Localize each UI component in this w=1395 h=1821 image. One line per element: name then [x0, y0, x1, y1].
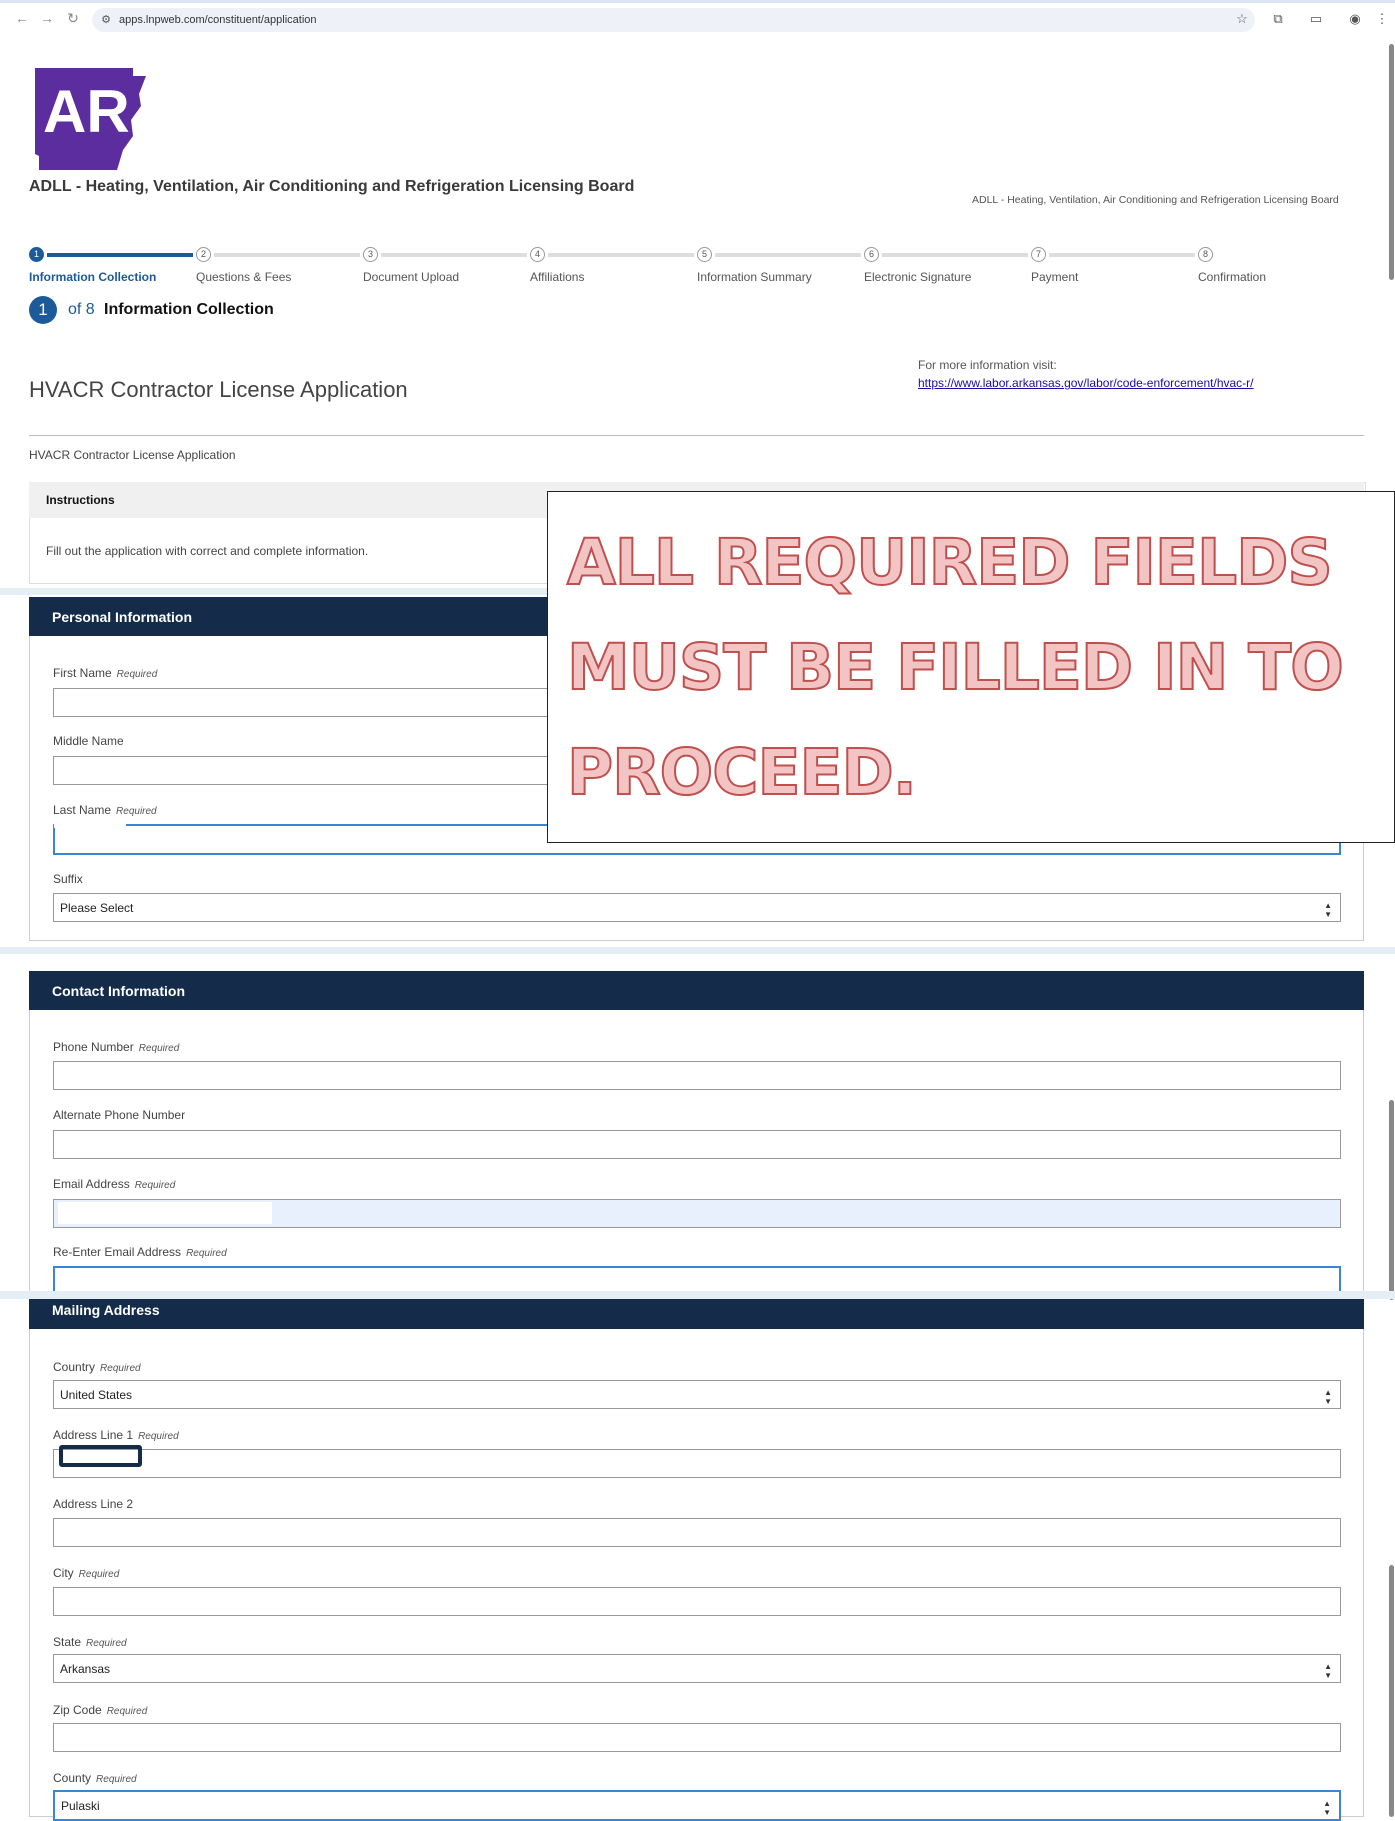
required-fields-message: ALL REQUIRED FIELDS MUST BE FILLED IN TO… — [566, 525, 1345, 810]
current-step-badge: 1 — [29, 296, 57, 324]
board-title: ADLL - Heating, Ventilation, Air Conditi… — [29, 178, 635, 195]
mailing-address-title: Mailing Address — [52, 1302, 160, 1318]
last-name-redaction — [54, 823, 126, 828]
scrollbar-thumb[interactable] — [1389, 44, 1394, 280]
address1-redaction — [59, 1445, 142, 1467]
step-2-dot[interactable]: 2 — [196, 247, 211, 262]
address2-input[interactable] — [53, 1518, 1341, 1547]
contact-info-title: Contact Information — [52, 983, 185, 999]
state-select[interactable]: Arkansas ▲ ▼ — [53, 1654, 1341, 1683]
stepper-progress — [47, 253, 193, 257]
suffix-select[interactable]: Please Select ▲ ▼ — [53, 893, 1341, 922]
county-select[interactable]: Pulaski ▲ ▼ — [53, 1790, 1341, 1821]
instructions-title: Instructions — [46, 493, 115, 507]
application-subtitle: HVACR Contractor License Application — [29, 448, 236, 462]
zip-input[interactable] — [53, 1723, 1341, 1752]
phone-label: Phone Number Required — [53, 1040, 180, 1054]
step-3-label[interactable]: Document Upload — [363, 270, 459, 284]
country-label: Country Required — [53, 1360, 141, 1374]
url-text: apps.lnpweb.com/constituent/application — [119, 14, 317, 26]
scrollbar-thumb[interactable] — [1389, 1565, 1394, 1817]
step-6-label[interactable]: Electronic Signature — [864, 270, 971, 284]
section-separator — [0, 947, 1395, 954]
more-info-link[interactable]: https://www.labor.arkansas.gov/labor/cod… — [918, 376, 1254, 390]
arkansas-logo: AR — [33, 66, 148, 170]
extensions-icon[interactable]: ⧉ — [1270, 11, 1286, 27]
personal-info-title: Personal Information — [52, 609, 193, 625]
step-2-label[interactable]: Questions & Fees — [196, 270, 291, 284]
city-label: City Required — [53, 1566, 120, 1580]
step-8-dot[interactable]: 8 — [1198, 247, 1213, 262]
stepper-line — [381, 253, 527, 257]
address2-label: Address Line 2 — [53, 1497, 134, 1511]
step-5-label[interactable]: Information Summary — [697, 270, 812, 284]
suffix-label: Suffix — [53, 872, 83, 886]
email-label: Email Address Required — [53, 1177, 176, 1191]
last-name-label: Last Name Required — [53, 803, 157, 817]
select-arrow-icon: ▲ ▼ — [1324, 1388, 1332, 1406]
city-input[interactable] — [53, 1587, 1341, 1616]
cast-icon[interactable]: ▭ — [1308, 11, 1324, 27]
site-info-icon[interactable]: ⚙ — [98, 12, 114, 28]
bookmark-star-icon[interactable]: ☆ — [1234, 11, 1250, 27]
section-separator — [0, 1291, 1395, 1299]
current-step-title: Information Collection — [104, 301, 274, 318]
first-name-label: First Name Required — [53, 666, 158, 680]
menu-icon[interactable]: ⋮ — [1374, 11, 1390, 27]
board-subtitle: ADLL - Heating, Ventilation, Air Conditi… — [972, 194, 1339, 206]
step-4-dot[interactable]: 4 — [530, 247, 545, 262]
step-1-label[interactable]: Information Collection — [29, 270, 156, 284]
alt-phone-input[interactable] — [53, 1130, 1341, 1159]
zip-label: Zip Code Required — [53, 1703, 148, 1717]
step-1-dot[interactable]: 1 — [29, 247, 44, 262]
step-count: of 8 — [68, 301, 95, 318]
more-info-label: For more information visit: — [918, 358, 1057, 372]
instructions-text: Fill out the application with correct an… — [46, 544, 369, 558]
step-5-dot[interactable]: 5 — [697, 247, 712, 262]
step-8-label[interactable]: Confirmation — [1198, 270, 1266, 284]
step-4-label[interactable]: Affiliations — [530, 270, 584, 284]
email-redaction — [58, 1202, 272, 1224]
county-label: County Required — [53, 1771, 137, 1785]
reemail-label: Re-Enter Email Address Required — [53, 1245, 227, 1259]
scrollbar-thumb[interactable] — [1389, 1100, 1394, 1300]
select-arrow-icon: ▲ ▼ — [1323, 1799, 1331, 1817]
step-7-dot[interactable]: 7 — [1031, 247, 1046, 262]
step-3-dot[interactable]: 3 — [363, 247, 378, 262]
alt-phone-label: Alternate Phone Number — [53, 1108, 186, 1122]
address1-input[interactable] — [53, 1449, 1341, 1478]
reload-icon[interactable]: ↻ — [65, 10, 81, 26]
stepper-line — [882, 253, 1028, 257]
select-arrow-icon: ▲ ▼ — [1324, 1662, 1332, 1680]
stepper-line — [1049, 253, 1195, 257]
stepper-line — [214, 253, 360, 257]
state-label: State Required — [53, 1635, 127, 1649]
divider — [29, 435, 1364, 436]
stepper-line — [548, 253, 694, 257]
mailing-address-header — [29, 1299, 1364, 1329]
stepper-line — [715, 253, 861, 257]
page-title: HVACR Contractor License Application — [29, 377, 408, 402]
back-icon[interactable]: ← — [14, 10, 30, 26]
step-7-label[interactable]: Payment — [1031, 270, 1078, 284]
phone-input[interactable] — [53, 1061, 1341, 1090]
contact-info-header — [29, 971, 1364, 1010]
scrollbar[interactable] — [1387, 38, 1395, 1817]
middle-name-label: Middle Name — [53, 734, 124, 748]
forward-icon[interactable]: → — [39, 10, 55, 26]
svg-text:AR: AR — [43, 78, 130, 145]
step-6-dot[interactable]: 6 — [864, 247, 879, 262]
country-select[interactable]: United States ▲ ▼ — [53, 1380, 1341, 1409]
zip-redaction — [54, 1724, 90, 1729]
address1-label: Address Line 1 Required — [53, 1428, 179, 1442]
profile-icon[interactable]: ◉ — [1347, 11, 1363, 27]
select-arrow-icon: ▲ ▼ — [1324, 901, 1332, 919]
